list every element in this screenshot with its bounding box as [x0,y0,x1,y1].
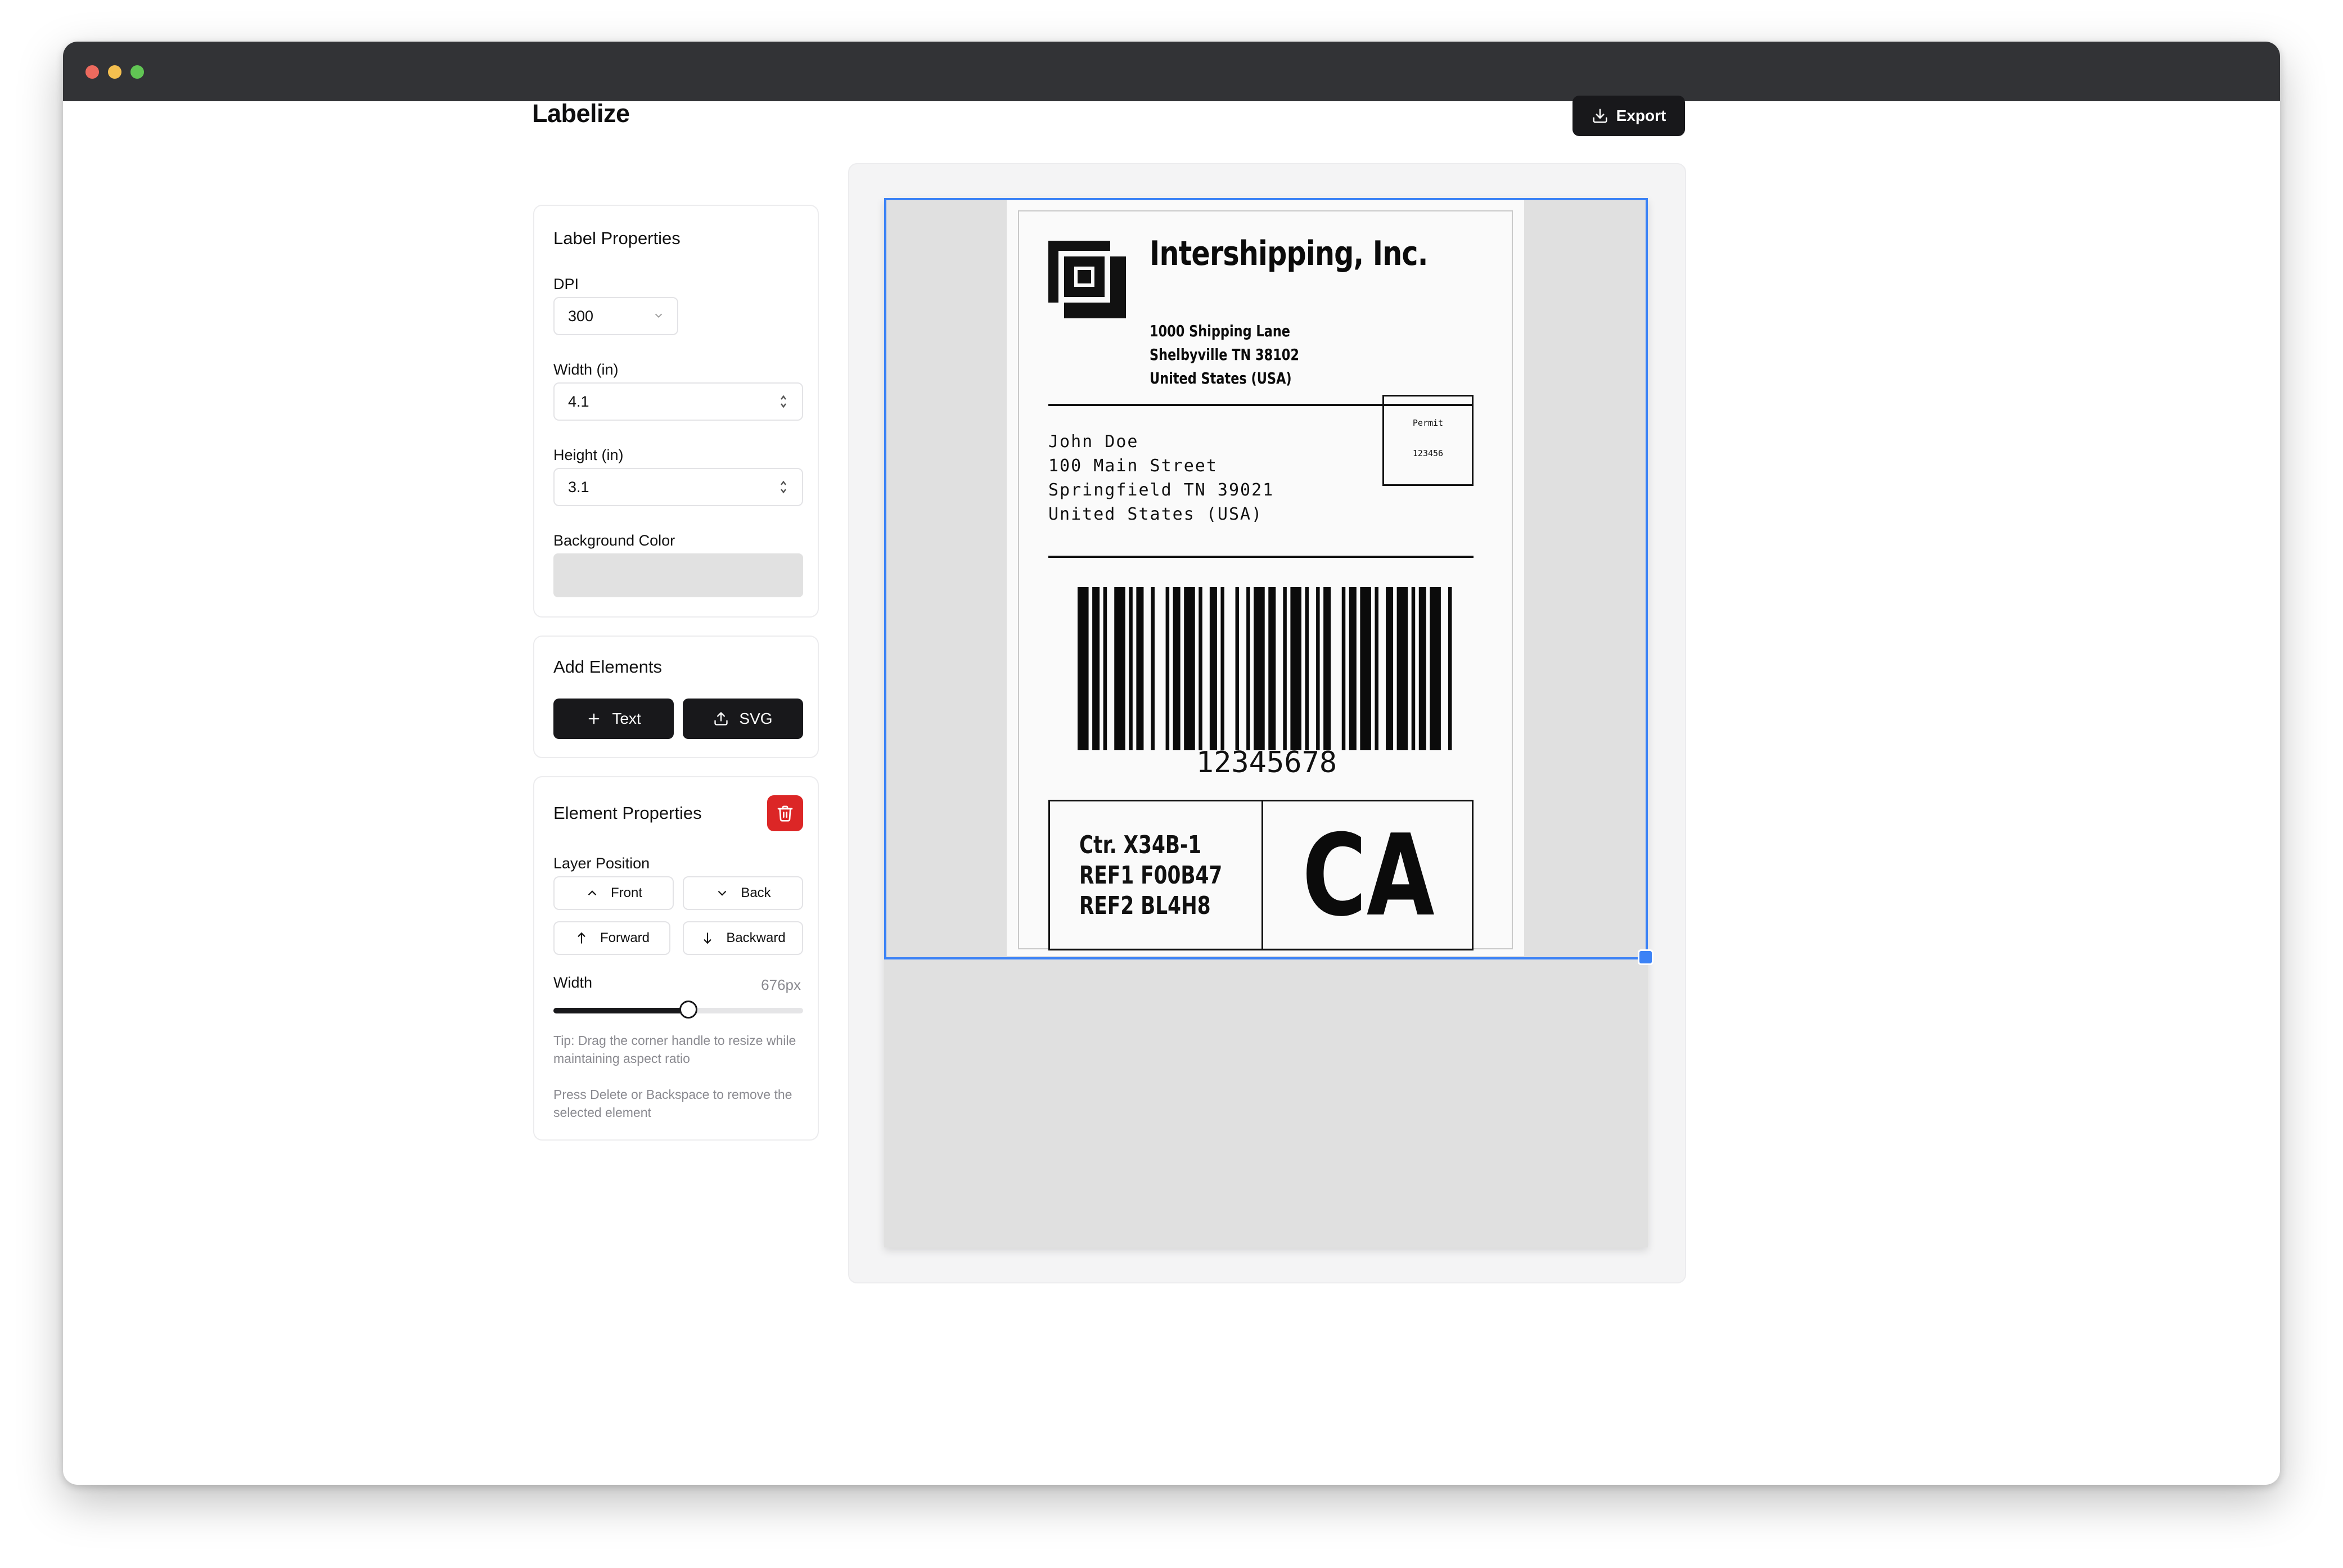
add-text-button[interactable]: Text [553,699,674,739]
background-color-picker[interactable] [553,553,803,597]
minimize-window-button[interactable] [108,65,121,79]
width-slider[interactable] [553,1001,803,1019]
bring-forward-button[interactable]: Forward [553,921,670,955]
front-label: Front [610,885,642,900]
element-properties-card: Element Properties Layer Position Front … [533,776,819,1141]
width-slider-fill [553,1008,688,1013]
trash-icon [777,805,793,822]
backward-label: Backward [726,930,786,945]
delete-element-button[interactable] [767,795,803,831]
dpi-label: DPI [553,276,579,292]
chevron-down-icon [718,890,727,896]
download-icon [1593,109,1607,123]
add-text-label: Text [612,710,641,727]
plus-icon [588,713,600,724]
width-slider-thumb[interactable] [679,1001,697,1019]
add-elements-card: Add Elements Text SVG [533,636,819,758]
back-label: Back [741,885,771,900]
element-width-label: Width [553,974,593,991]
width-label: Width (in) [553,361,619,378]
resize-tip: Tip: Drag the corner handle to resize wh… [553,1033,796,1066]
export-button[interactable]: Export [1572,96,1685,136]
background-color-label: Background Color [553,532,675,549]
add-svg-button[interactable]: SVG [683,699,803,739]
arrow-down-icon [704,932,711,944]
height-input[interactable]: 3.1 [553,468,803,506]
width-input-value: 4.1 [568,393,589,410]
label-properties-card: Label Properties DPI 300 Width (in) 4.1 … [533,205,819,618]
dpi-select-value: 300 [568,307,594,325]
delete-hint: Press Delete or Backspace to remove the … [553,1087,792,1120]
maximize-window-button[interactable] [130,65,144,79]
close-window-button[interactable] [85,65,99,79]
element-properties-title: Element Properties [553,803,702,823]
dpi-select[interactable]: 300 [553,297,678,335]
chevron-up-icon [588,890,597,896]
bring-to-front-button[interactable]: Front [553,876,674,910]
add-elements-title: Add Elements [553,657,662,677]
forward-label: Forward [600,930,650,945]
send-backward-button[interactable]: Backward [683,921,803,955]
resize-handle[interactable] [1638,949,1653,965]
chevron-down-icon [655,313,663,318]
stepper-icon[interactable] [778,393,788,411]
add-svg-label: SVG [739,710,773,727]
label-properties-title: Label Properties [553,228,681,248]
stepper-icon[interactable] [778,478,788,496]
app-title: Labelize [532,99,630,128]
export-button-label: Export [1616,107,1666,124]
element-width-value: 676px [761,976,801,993]
height-label: Height (in) [553,447,624,463]
width-input[interactable]: 4.1 [553,382,803,421]
arrow-up-icon [578,932,585,944]
height-input-value: 3.1 [568,478,589,495]
layer-position-label: Layer Position [553,855,650,872]
title-bar [63,42,2280,101]
send-to-back-button[interactable]: Back [683,876,803,910]
upload-icon [714,712,728,726]
selection-outline [884,198,1648,959]
